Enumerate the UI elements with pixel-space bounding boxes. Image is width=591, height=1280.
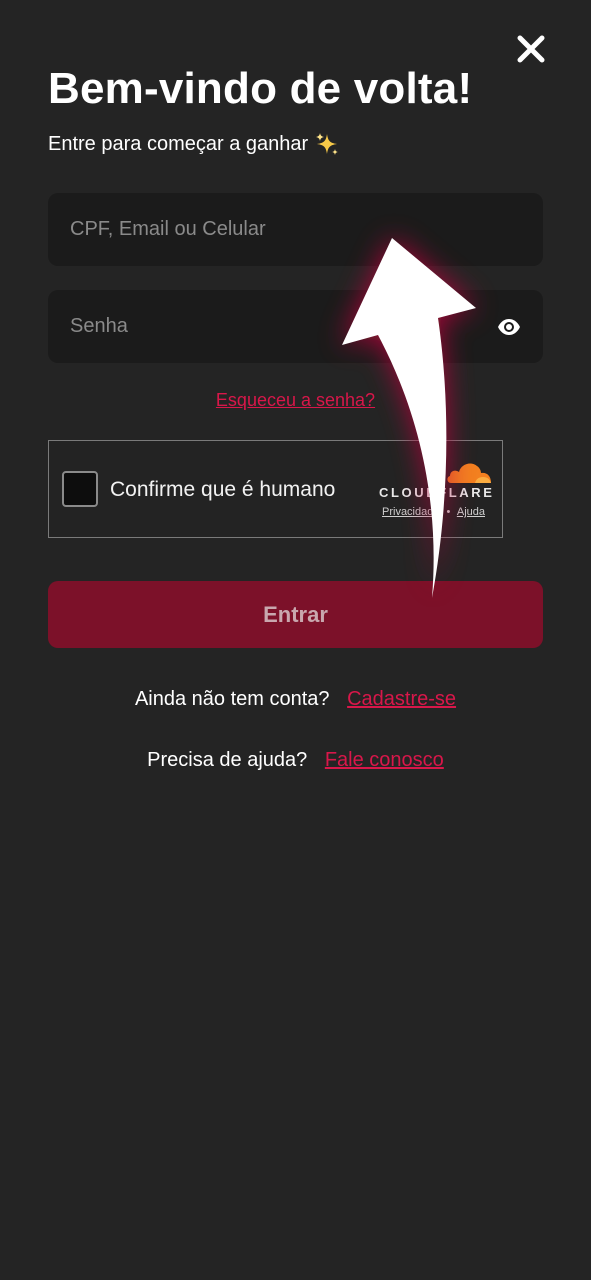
help-question: Precisa de ajuda?	[147, 749, 308, 771]
captcha-links: Privacidade • Ajuda	[382, 506, 485, 518]
cloudflare-wordmark: CLOUDFLARE	[379, 485, 495, 500]
help-row: Precisa de ajuda? Fale conosco	[0, 749, 591, 772]
eye-icon[interactable]	[497, 315, 521, 339]
captcha-link-separator: •	[446, 506, 451, 518]
captcha-checkbox[interactable]	[62, 471, 98, 507]
login-modal: Bem-vindo de volta! Entre para começar a…	[0, 0, 591, 1280]
contact-link[interactable]: Fale conosco	[325, 749, 444, 771]
signup-link[interactable]: Cadastre-se	[347, 688, 456, 710]
forgot-password-link[interactable]: Esqueceu a senha?	[216, 390, 375, 410]
captcha-privacy-link[interactable]: Privacidade	[382, 506, 439, 518]
sparkles-icon	[316, 133, 339, 155]
identifier-field	[48, 193, 543, 266]
signup-row: Ainda não tem conta? Cadastre-se	[0, 688, 591, 711]
close-icon[interactable]	[512, 30, 550, 68]
captcha-widget: Confirme que é humano CLOUDFLARE Privaci…	[48, 440, 503, 538]
login-button[interactable]: Entrar	[48, 581, 543, 648]
cloudflare-cloud-icon	[447, 463, 491, 483]
signup-question: Ainda não tem conta?	[134, 688, 330, 710]
password-input[interactable]	[48, 290, 543, 363]
page-title: Bem-vindo de volta!	[48, 64, 473, 113]
page-subtitle: Entre para começar a ganhar	[48, 130, 340, 158]
forgot-password-row: Esqueceu a senha?	[0, 390, 591, 411]
captcha-label: Confirme que é humano	[110, 478, 336, 501]
password-field	[48, 290, 543, 363]
subtitle-text: Entre para começar a ganhar	[48, 133, 309, 155]
captcha-help-link[interactable]: Ajuda	[457, 506, 485, 518]
identifier-input[interactable]	[48, 193, 543, 266]
